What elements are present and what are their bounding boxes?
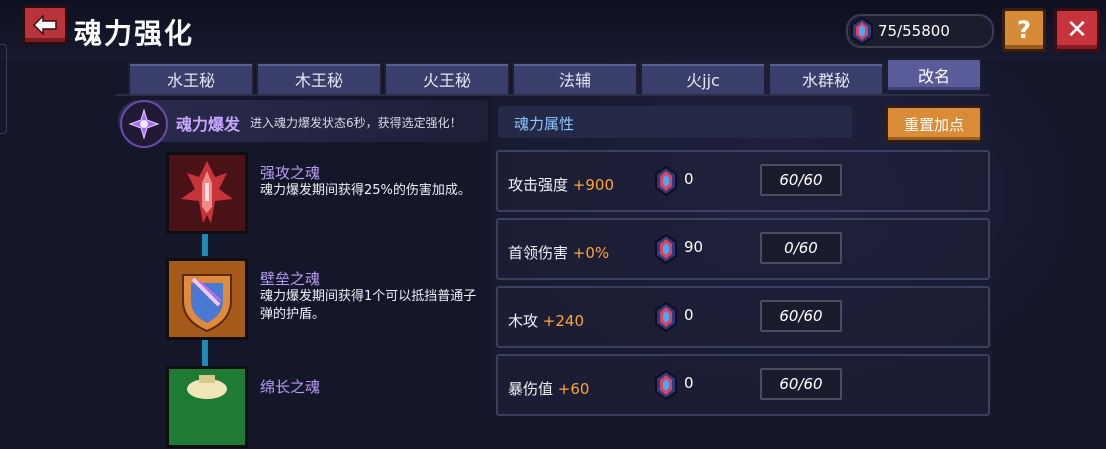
- tab-preset-4[interactable]: 法辅: [512, 62, 638, 94]
- soul-burst-title: 魂力爆发: [176, 115, 241, 134]
- attribute-cost: 90: [684, 238, 704, 256]
- attribute-bonus: +60: [557, 380, 590, 398]
- tab-preset-1[interactable]: 水王秘: [128, 62, 254, 94]
- attribute-progress[interactable]: 0/60: [760, 232, 842, 264]
- tab-preset-2[interactable]: 木王秘: [256, 62, 382, 94]
- help-button[interactable]: ?: [1002, 8, 1046, 52]
- red-flame-icon: [169, 155, 245, 231]
- skill-slot-strong-attack[interactable]: [166, 152, 248, 234]
- page-title: 魂力强化: [74, 17, 195, 50]
- attribute-row-crit-damage: 暴伤值 +60 0 60/60: [496, 354, 990, 416]
- attribute-cost: 0: [684, 374, 694, 392]
- reset-points-button[interactable]: 重置加点: [886, 106, 982, 142]
- skill-slot-enduring[interactable]: [166, 366, 248, 448]
- soul-crystal-icon: [851, 17, 873, 45]
- attribute-progress[interactable]: 60/60: [760, 164, 842, 196]
- skill-slot-bulwark[interactable]: [166, 258, 248, 340]
- attribute-progress[interactable]: 60/60: [760, 368, 842, 400]
- skill-name: 绵长之魂: [260, 378, 321, 396]
- soul-crystal-icon: [655, 370, 677, 400]
- soul-crystal-icon: [655, 166, 677, 196]
- attribute-label: 木攻 +240: [508, 312, 584, 330]
- skill-name: 壁垒之魂: [260, 270, 321, 288]
- soul-crystal-value: 75/55800: [878, 22, 950, 40]
- soul-crystal-icon: [655, 302, 677, 332]
- soul-burst-icon: [120, 100, 168, 148]
- close-button[interactable]: ✕: [1054, 8, 1100, 52]
- green-potion-icon: [169, 369, 245, 445]
- attribute-bonus: +240: [542, 312, 584, 330]
- arrow-left-icon: [32, 14, 57, 36]
- attribute-row-wood-attack: 木攻 +240 0 60/60: [496, 286, 990, 348]
- attribute-cost: 0: [684, 306, 694, 324]
- attribute-bonus: +900: [572, 176, 614, 194]
- skill-description: 魂力爆发期间获得1个可以抵挡普通子弹的护盾。: [260, 289, 477, 322]
- attribute-label: 暴伤值 +60: [508, 380, 590, 398]
- side-panel-edge[interactable]: [0, 44, 7, 134]
- attribute-label: 首领伤害 +0%: [508, 244, 610, 262]
- attribute-label: 攻击强度 +900: [508, 176, 614, 194]
- shield-icon: [169, 261, 245, 337]
- attribute-row-attack: 攻击强度 +900 0 60/60: [496, 150, 990, 212]
- attribute-cost: 0: [684, 170, 694, 188]
- attribute-row-boss-damage: 首领伤害 +0% 90 0/60: [496, 218, 990, 280]
- tab-preset-6[interactable]: 水群秘: [768, 62, 884, 94]
- soul-burst-description: 进入魂力爆发状态6秒，获得选定强化！: [250, 116, 462, 130]
- rename-button[interactable]: 改名: [886, 58, 982, 92]
- soul-crystal-counter: 75/55800: [846, 14, 994, 48]
- attribute-bonus: +0%: [572, 244, 610, 262]
- back-button[interactable]: [22, 5, 68, 45]
- skill-name: 强攻之魂: [260, 164, 321, 182]
- tab-preset-5[interactable]: 火jjc: [640, 62, 766, 94]
- tab-preset-3[interactable]: 火王秘: [384, 62, 510, 94]
- attribute-title: 魂力属性: [514, 115, 575, 133]
- attribute-progress[interactable]: 60/60: [760, 300, 842, 332]
- skill-description: 魂力爆发期间获得25%的伤害加成。: [260, 183, 471, 198]
- soul-crystal-icon: [655, 234, 677, 264]
